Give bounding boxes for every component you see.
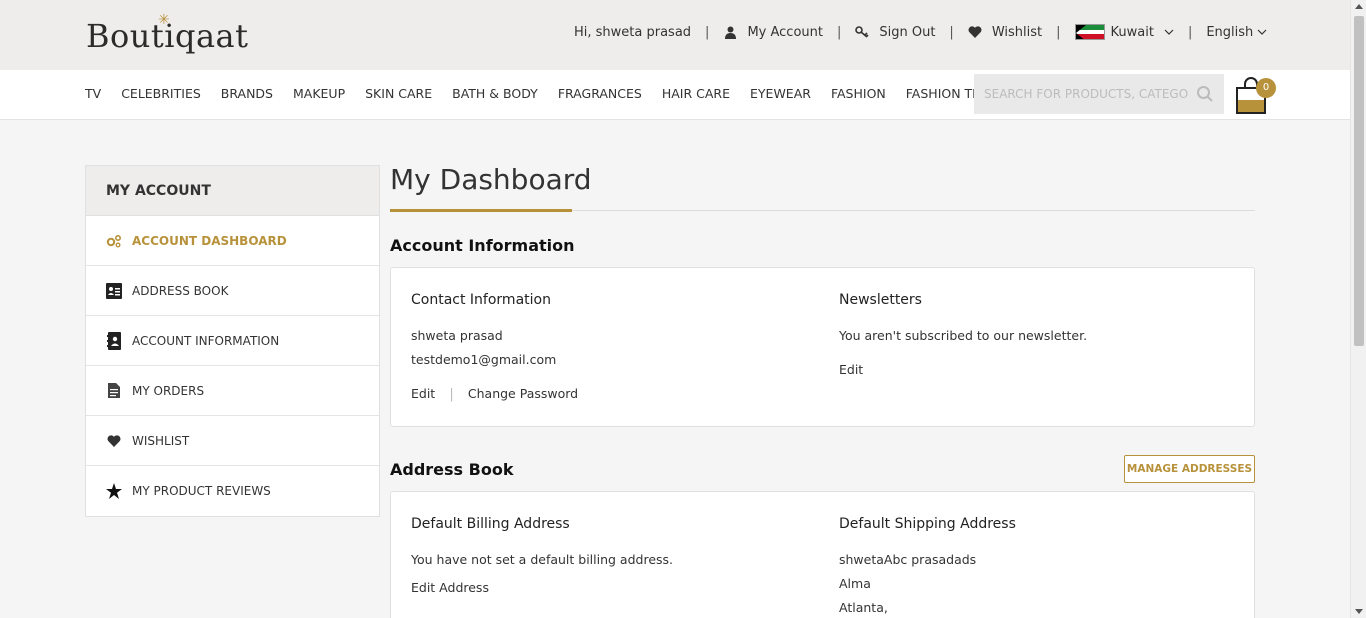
nav-item-bath-body[interactable]: BATH & BODY <box>452 86 538 101</box>
greeting: Hi, shweta prasad <box>574 24 692 40</box>
nav-item-tv[interactable]: TV <box>85 86 101 101</box>
logo[interactable]: Boutiqaat ✳ <box>86 10 248 58</box>
sidebar-title: MY ACCOUNT <box>86 166 379 216</box>
main-nav: TV CELEBRITIES BRANDS MAKEUP SKIN CARE BATH &… <box>0 70 1350 120</box>
search-input[interactable] <box>984 87 1189 101</box>
contact-book-icon <box>106 331 122 350</box>
billing-heading: Default Billing Address <box>411 516 570 532</box>
shipping-line: shwetaAbc prasadads <box>839 552 977 567</box>
account-sidebar: MY ACCOUNT ACCOUNT DASHBOARD ADDRESS BOO… <box>85 165 380 517</box>
nav-item-celebrities[interactable]: CELEBRITIES <box>121 86 201 101</box>
shipping-line: Atlanta, <box>839 600 888 615</box>
account-information-title: Account Information <box>390 236 575 255</box>
edit-address-link[interactable]: Edit Address <box>411 580 489 595</box>
billing-text: You have not set a default billing addre… <box>411 552 674 567</box>
sidebar-item-wishlist[interactable]: WISHLIST <box>86 416 379 466</box>
nav-item-fragrances[interactable]: FRAGRANCES <box>558 86 642 101</box>
key-icon <box>855 25 869 39</box>
top-bar: Boutiqaat ✳ Hi, shweta prasad | My Accou… <box>0 0 1350 70</box>
cart-count-badge: 0 <box>1256 78 1276 98</box>
shipping-heading: Default Shipping Address <box>839 516 1016 532</box>
contact-information-heading: Contact Information <box>411 292 551 308</box>
sidebar-item-label: ADDRESS BOOK <box>132 283 229 298</box>
sidebar-item-label: ACCOUNT DASHBOARD <box>132 233 287 248</box>
language-label: English <box>1206 24 1254 40</box>
document-icon <box>106 383 122 399</box>
edit-contact-link[interactable]: Edit <box>411 386 435 401</box>
contact-email: testdemo1@gmail.com <box>411 352 557 367</box>
change-password-link[interactable]: Change Password <box>468 386 578 401</box>
nav-item-fashion[interactable]: FASHION <box>831 86 886 101</box>
top-links: Hi, shweta prasad | My Account | Sign Ou… <box>574 24 1267 40</box>
default-shipping-block: Default Shipping Address shwetaAbc prasa… <box>839 516 1016 618</box>
language-selector[interactable]: English <box>1206 25 1267 40</box>
scroll-up-arrow-icon[interactable] <box>1355 4 1363 9</box>
separator: | <box>1056 24 1061 40</box>
sidebar-item-label: MY PRODUCT REVIEWS <box>132 484 271 498</box>
nav-item-hair-care[interactable]: HAIR CARE <box>662 86 730 101</box>
newsletters-text: You aren't subscribed to our newsletter. <box>839 328 1088 343</box>
separator: | <box>449 387 454 402</box>
chevron-down-icon <box>1257 27 1267 38</box>
kuwait-flag-icon <box>1074 24 1105 40</box>
address-card-icon <box>106 282 122 299</box>
sidebar-item-my-orders[interactable]: MY ORDERS <box>86 366 379 416</box>
edit-newsletters-link[interactable]: Edit <box>839 362 863 377</box>
nav-item-brands[interactable]: BRANDS <box>221 86 273 101</box>
heart-icon <box>968 25 982 39</box>
contact-information-block: Contact Information shweta prasad testde… <box>411 292 578 402</box>
sidebar-item-account-dashboard[interactable]: ACCOUNT DASHBOARD <box>86 216 379 266</box>
newsletters-heading: Newsletters <box>839 292 922 308</box>
sidebar-item-label: MY ORDERS <box>132 383 205 398</box>
my-account-label: My Account <box>747 24 823 40</box>
search-icon[interactable] <box>1196 85 1214 103</box>
sidebar-item-address-book[interactable]: ADDRESS BOOK <box>86 266 379 316</box>
nav-item-skin-care[interactable]: SKIN CARE <box>365 86 432 101</box>
sidebar-item-label: ACCOUNT INFORMATION <box>132 333 280 348</box>
logo-star-icon: ✳ <box>158 12 170 28</box>
scroll-down-arrow-icon[interactable] <box>1355 609 1363 614</box>
page-title: My Dashboard <box>390 163 592 196</box>
nav-item-makeup[interactable]: MAKEUP <box>293 86 345 101</box>
contact-name: shweta prasad <box>411 328 503 343</box>
title-accent-line <box>390 209 572 212</box>
sidebar-item-account-information[interactable]: ACCOUNT INFORMATION <box>86 316 379 366</box>
separator: | <box>836 24 842 40</box>
wishlist-label: Wishlist <box>991 24 1043 40</box>
wishlist-link[interactable]: Wishlist <box>968 25 1042 40</box>
sidebar-item-label: WISHLIST <box>132 433 190 448</box>
sidebar-item-my-product-reviews[interactable]: MY PRODUCT REVIEWS <box>86 466 379 516</box>
contact-actions: Edit | Change Password <box>411 386 578 402</box>
address-book-box: Default Billing Address You have not set… <box>390 491 1255 618</box>
chevron-down-icon <box>1164 27 1174 38</box>
newsletters-actions: Edit <box>839 362 1087 378</box>
country-selector[interactable]: Kuwait <box>1074 24 1174 40</box>
address-book-title: Address Book <box>390 460 514 479</box>
heart-icon <box>106 433 122 449</box>
star-icon <box>106 483 122 499</box>
sign-out-label: Sign Out <box>879 24 936 40</box>
manage-addresses-button[interactable]: MANAGE ADDRESSES <box>1124 455 1255 483</box>
sign-out-link[interactable]: Sign Out <box>855 25 935 40</box>
user-icon <box>723 25 737 39</box>
separator: | <box>949 24 954 40</box>
gears-icon <box>106 233 122 249</box>
nav-menu: TV CELEBRITIES BRANDS MAKEUP SKIN CARE BATH &… <box>85 86 1018 101</box>
scrollbar-thumb[interactable] <box>1354 16 1364 346</box>
search-box <box>974 74 1224 114</box>
separator: | <box>1187 24 1193 40</box>
nav-item-eyewear[interactable]: EYEWEAR <box>750 86 811 101</box>
newsletters-block: Newsletters You aren't subscribed to our… <box>839 292 1087 378</box>
separator: | <box>705 24 710 40</box>
page-scrollbar[interactable] <box>1350 0 1366 618</box>
my-account-link[interactable]: My Account <box>723 25 823 40</box>
default-billing-block: Default Billing Address You have not set… <box>411 516 673 600</box>
account-information-box: Contact Information shweta prasad testde… <box>390 267 1255 427</box>
shipping-line: Alma <box>839 576 871 591</box>
country-label: Kuwait <box>1110 24 1154 40</box>
